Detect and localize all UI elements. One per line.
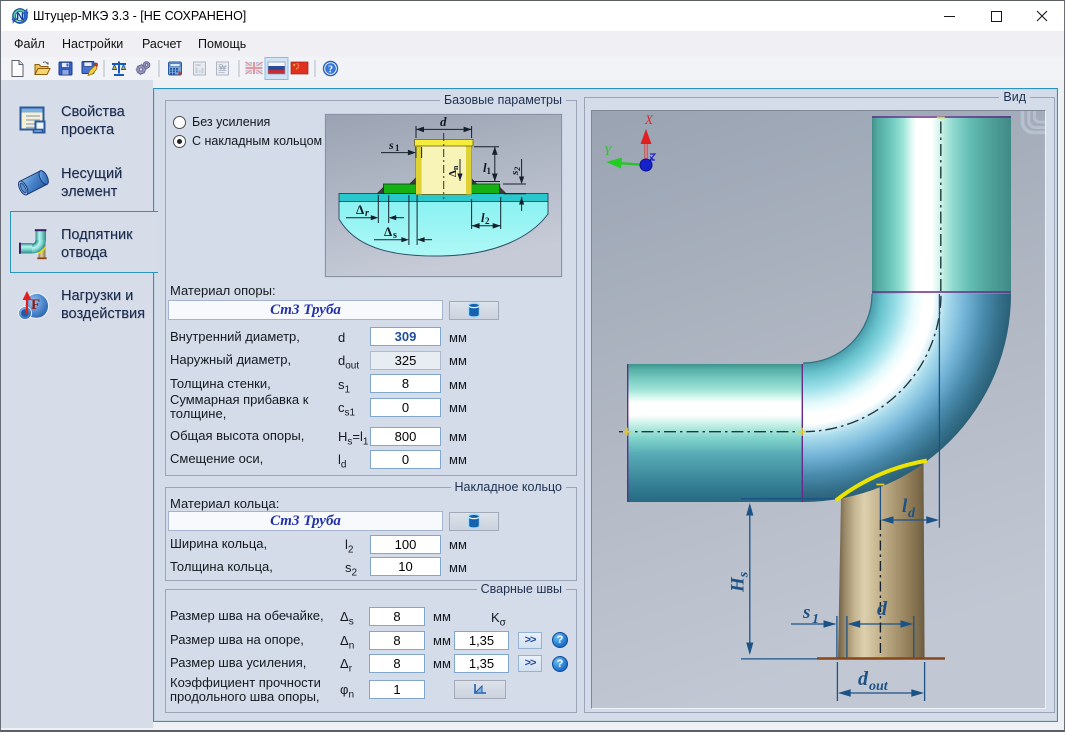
svg-text:?: ? — [328, 64, 333, 75]
